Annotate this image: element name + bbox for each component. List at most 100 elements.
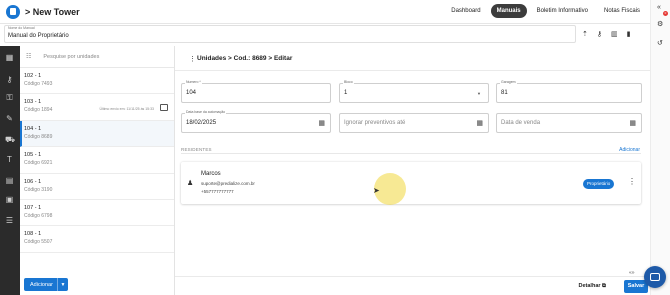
divider [175,70,650,71]
key-alt-icon[interactable]: ⚿ [5,94,14,102]
unit-edit-panel: ⋮ Unidades > Cod.: 8689 > Editar Numero … [175,46,650,295]
calendar-icon[interactable]: ▦ [476,119,483,127]
manual-actions: ⇡ ⚷ ▥ ▮ [582,30,631,38]
manual-name-label: Nome do Manual [8,26,35,30]
dashboard-icon[interactable]: ▦ [5,54,14,62]
unit-name: 103 - 1 [24,99,42,106]
unit-search[interactable]: ☷ Pesquise por unidades [20,46,174,68]
key-icon[interactable]: ⚷ [597,30,602,38]
add-unit-button[interactable]: Adicionar ▼ [24,278,68,291]
unit-name: 108 - 1 [24,231,42,238]
left-nav: ▦ ⚷ ⚿ ✎ ⛟ T ▤ ▣ ☰ [0,46,20,295]
resident-name: Marcos [201,171,221,177]
garagem-value: 81 [501,90,508,96]
manual-name-value[interactable]: Manual do Proprietário [8,33,69,39]
unit-name: 105 - 1 [24,152,42,159]
chat-support-button[interactable] [644,266,666,288]
breadcrumb: Unidades > Cod.: 8689 > Editar [197,55,293,62]
divider [181,153,641,154]
ignorar-preventivos-field[interactable]: Ignorar preventivos até ▦ [339,113,489,133]
chat-bubble-icon [650,273,660,281]
garagem-label: Garagem [500,80,517,84]
ignorar-placeholder: Ignorar preventivos até [344,120,406,126]
notification-badge: 0 [663,11,668,16]
numero-field[interactable]: Numero * 104 [181,80,331,103]
add-unit-label: Adicionar [30,281,53,288]
filter-list-icon[interactable]: ☷ [26,53,31,60]
detail-label: Detalhar [578,283,601,289]
garagem-field[interactable]: Garagem 81 [496,80,642,103]
numero-label: Numero * [185,80,202,84]
resident-more-icon[interactable]: ⋮ [628,177,636,186]
unit-item[interactable]: 107 - 1 Código 6798 [20,200,174,227]
data-base-field[interactable]: Data base da automação 18/02/2025 ▦ [181,110,331,133]
building-logo-icon[interactable] [6,4,20,19]
unit-list-panel: ☷ Pesquise por unidades 102 - 1 Código 7… [20,46,175,295]
right-strip: « ⚙ 0 ↺ [650,0,670,295]
owner-people-icon: ♟ [187,180,194,187]
unit-code: Código 8689 [24,133,53,140]
last-sent-note: Último envio em: 11/11/25 às 15:33 [99,107,154,112]
collapse-chevron-icon[interactable]: « [657,4,661,11]
top-bar: > New Tower Dashboard Manuais Boletim In… [0,0,670,24]
cart-icon[interactable]: ⛟ [5,136,15,144]
unit-item[interactable]: 102 - 1 Código 7493 [20,68,174,95]
bloco-select[interactable]: Bloco 1 ▼ [339,80,489,103]
numero-value: 104 [186,90,197,96]
unit-name: 106 - 1 [24,178,42,185]
history-icon[interactable]: ↺ [657,39,663,47]
unit-item-selected[interactable]: 104 - 1 Código 8689 [20,120,174,148]
resident-email: suporte@predialize.com.br [201,181,255,186]
manual-name-field[interactable]: Nome do Manual Manual do Proprietário [4,25,576,43]
breadcrumb-menu-icon[interactable]: ⋮ [189,55,196,63]
unit-name: 107 - 1 [24,204,42,211]
calendar-icon[interactable]: ▤ [5,177,14,185]
wrench-icon[interactable]: ✎ [5,115,14,123]
unit-code: Código 3190 [24,186,53,193]
footer-bar: Detalhar ⧉ Salvar [175,276,650,295]
unit-name: 104 - 1 [24,125,42,132]
data-venda-field[interactable]: Data de venda ▦ [496,113,642,133]
inbox-icon[interactable]: ▣ [5,196,14,204]
calendar-icon[interactable]: ▦ [318,119,325,127]
calendar-icon[interactable]: ▦ [629,119,636,127]
dropdown-arrow-icon[interactable]: ▼ [477,91,481,96]
unit-search-input[interactable]: Pesquise por unidades [43,54,99,60]
unit-code: Código 6798 [24,212,53,219]
paint-roller-icon[interactable]: T [5,156,14,164]
manual-row: Nome do Manual Manual do Proprietário ⇡ … [0,24,650,46]
data-base-label: Data base da automação [185,110,227,114]
venda-placeholder: Data de venda [501,120,541,126]
resident-phone: +557777777777 [201,189,234,194]
residents-heading: RESIDENTES [181,147,212,152]
bloco-label: Bloco [343,80,354,84]
tab-dashboard[interactable]: Dashboard [445,4,486,18]
bloco-value: 1 [344,90,348,96]
detail-button[interactable]: Detalhar ⧉ [579,283,606,290]
app-title[interactable]: > New Tower [25,7,80,17]
unit-item[interactable]: 108 - 1 Código 5507 [20,226,174,253]
resident-card[interactable]: ♟ Marcos suporte@predialize.com.br +5577… [181,162,641,204]
key-nav-icon[interactable]: ⚷ [5,76,14,84]
chevron-down-icon[interactable]: ▼ [57,278,68,291]
unit-item[interactable]: 103 - 1 Código 1894 Último envio em: 11/… [20,94,174,121]
unit-code: Código 6921 [24,160,53,167]
role-badge: Proprietário [583,179,615,189]
list-icon[interactable]: ☰ [5,217,14,225]
mouse-cursor-icon: ➤ [373,186,380,195]
tab-manuais[interactable]: Manuais [490,4,527,18]
book-icon[interactable]: ▥ [611,30,618,38]
nav-tabs: Dashboard Manuais Boletim Informativo No… [445,4,646,18]
unit-item[interactable]: 106 - 1 Código 3190 [20,174,174,200]
tab-boletim[interactable]: Boletim Informativo [531,4,594,18]
unit-code: Código 5507 [24,239,53,246]
delete-icon[interactable]: ▮ [627,30,631,38]
unit-item[interactable]: 105 - 1 Código 6921 [20,147,174,174]
collapse-arrows-icon[interactable]: «» [629,270,635,276]
unit-name: 102 - 1 [24,73,42,79]
upload-icon[interactable]: ⇡ [582,30,588,38]
settings-icon[interactable]: ⚙ [657,20,663,28]
data-base-value: 18/02/2025 [186,120,217,126]
tab-notas-fiscais[interactable]: Notas Fiscais [598,4,646,18]
send-manual-icon[interactable] [160,104,168,112]
